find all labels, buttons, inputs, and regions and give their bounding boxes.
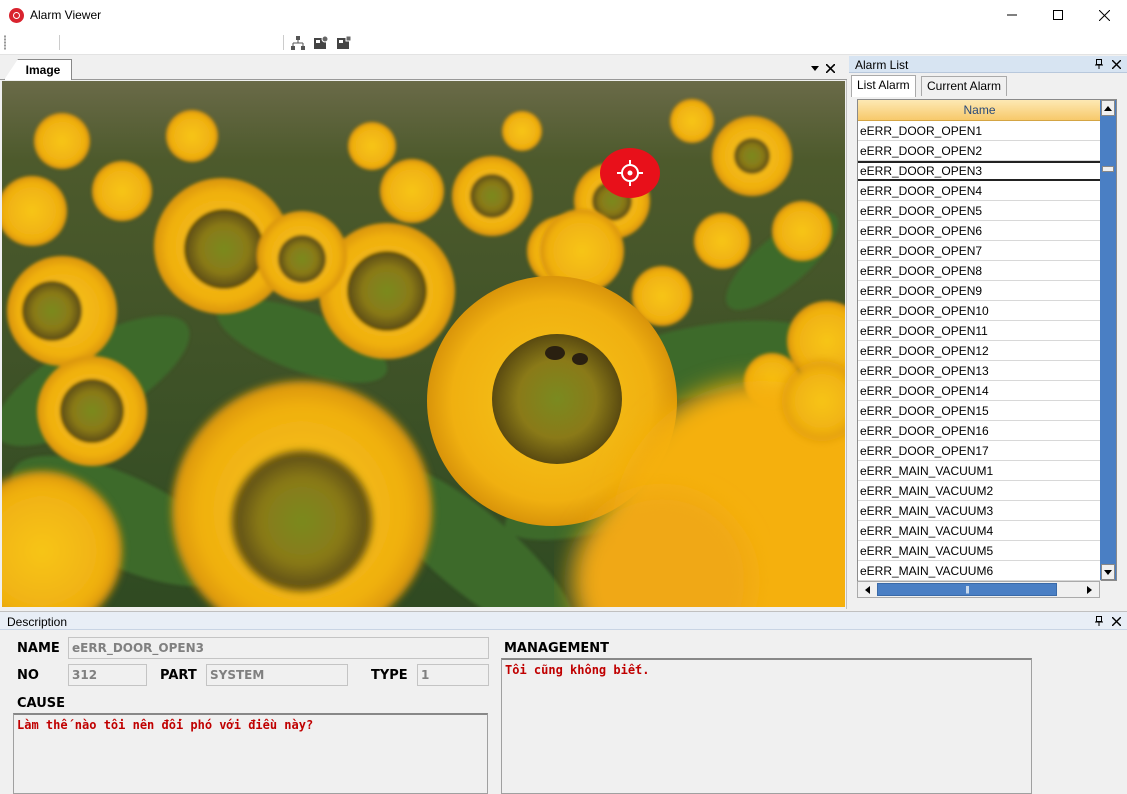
tab-list-alarm[interactable]: List Alarm: [851, 75, 916, 97]
type-field[interactable]: 1: [417, 664, 489, 686]
maximize-button[interactable]: [1035, 0, 1081, 30]
list-item[interactable]: eERR_DOOR_OPEN13: [858, 361, 1101, 381]
pin-icon[interactable]: [1092, 614, 1106, 628]
cause-textbox[interactable]: Làm thế nào tôi nên đối phó với điều này…: [13, 713, 488, 794]
toolbar-grip[interactable]: [4, 35, 6, 50]
description-header: Description: [0, 612, 1127, 630]
alarm-list-grid[interactable]: Name eERR_DOOR_OPEN1 eERR_DOOR_OPEN2 eERR_…: [857, 99, 1117, 581]
horizontal-scroll-thumb[interactable]: |||: [877, 583, 1057, 596]
name-label: NAME: [17, 641, 60, 656]
no-field[interactable]: 312: [68, 664, 147, 686]
dropdown-arrow-icon[interactable]: [808, 61, 822, 75]
camera-config-icon[interactable]: [336, 35, 352, 51]
list-item[interactable]: eERR_DOOR_OPEN11: [858, 321, 1101, 341]
vertical-scrollbar[interactable]: [1100, 100, 1116, 580]
horizontal-scrollbar[interactable]: |||: [857, 581, 1100, 598]
list-item[interactable]: eERR_DOOR_OPEN1: [858, 121, 1101, 141]
crosshair-target-icon[interactable]: [599, 147, 661, 199]
scroll-up-icon[interactable]: [1101, 100, 1115, 116]
list-item[interactable]: eERR_DOOR_OPEN7: [858, 241, 1101, 261]
minimize-button[interactable]: [989, 0, 1035, 30]
list-item[interactable]: eERR_MAIN_VACUUM6: [858, 561, 1101, 581]
close-tab-icon[interactable]: [823, 61, 837, 75]
list-item[interactable]: eERR_MAIN_VACUUM4: [858, 521, 1101, 541]
cause-label: CAUSE: [17, 696, 66, 711]
alarm-list-tabs: List Alarm Current Alarm: [849, 75, 1127, 97]
list-item[interactable]: eERR_DOOR_OPEN4: [858, 181, 1101, 201]
alarm-rows: eERR_DOOR_OPEN1 eERR_DOOR_OPEN2 eERR_DOOR_…: [858, 121, 1101, 581]
management-textbox[interactable]: Tôi cũng không biết.: [501, 658, 1032, 794]
part-field[interactable]: SYSTEM: [206, 664, 348, 686]
list-item[interactable]: eERR_DOOR_OPEN8: [858, 261, 1101, 281]
camera-settings-icon[interactable]: [313, 35, 329, 51]
list-item[interactable]: eERR_DOOR_OPEN14: [858, 381, 1101, 401]
toolbar-separator: [283, 35, 284, 50]
name-field[interactable]: eERR_DOOR_OPEN3: [68, 637, 489, 659]
list-item[interactable]: eERR_DOOR_OPEN10: [858, 301, 1101, 321]
list-item[interactable]: eERR_MAIN_VACUUM3: [858, 501, 1101, 521]
column-header-name[interactable]: Name: [858, 100, 1101, 121]
network-icon[interactable]: [290, 35, 306, 51]
scroll-right-icon[interactable]: [1082, 583, 1097, 596]
list-item[interactable]: eERR_DOOR_OPEN17: [858, 441, 1101, 461]
sunflower-field-image: [2, 81, 845, 607]
no-label: NO: [17, 668, 39, 683]
tab-image[interactable]: Image: [4, 59, 72, 80]
list-item[interactable]: eERR_MAIN_VACUUM2: [858, 481, 1101, 501]
list-item[interactable]: eERR_DOOR_OPEN12: [858, 341, 1101, 361]
list-item[interactable]: eERR_DOOR_OPEN15: [858, 401, 1101, 421]
image-tab-strip: Image: [0, 56, 847, 80]
window-title: Alarm Viewer: [30, 8, 102, 22]
close-button[interactable]: [1081, 0, 1127, 30]
alarm-list-title: Alarm List: [855, 58, 909, 72]
scroll-down-icon[interactable]: [1101, 564, 1115, 580]
list-item-selected[interactable]: eERR_DOOR_OPEN3: [858, 161, 1101, 181]
toolbar-separator: [59, 35, 60, 50]
alarm-list-panel: Alarm List List Alarm Current Alarm Name…: [849, 56, 1127, 609]
list-item[interactable]: eERR_DOOR_OPEN5: [858, 201, 1101, 221]
description-title: Description: [7, 615, 68, 629]
image-panel: Image: [0, 56, 847, 609]
close-panel-icon[interactable]: [1109, 614, 1123, 628]
camera-image-view[interactable]: [2, 81, 845, 607]
alarm-list-header: Alarm List: [849, 56, 1127, 73]
list-item[interactable]: eERR_DOOR_OPEN16: [858, 421, 1101, 441]
toolbar: [0, 30, 1127, 55]
list-item[interactable]: eERR_DOOR_OPEN9: [858, 281, 1101, 301]
list-item[interactable]: eERR_DOOR_OPEN6: [858, 221, 1101, 241]
pin-icon[interactable]: [1092, 57, 1106, 71]
scroll-thumb[interactable]: [1102, 166, 1114, 172]
part-label: PART: [160, 668, 197, 683]
list-item[interactable]: eERR_DOOR_OPEN2: [858, 141, 1101, 161]
tab-current-alarm[interactable]: Current Alarm: [921, 76, 1008, 96]
alarm-app-icon: [9, 8, 24, 23]
type-label: TYPE: [371, 668, 408, 683]
scroll-left-icon[interactable]: [860, 583, 875, 596]
list-item[interactable]: eERR_MAIN_VACUUM5: [858, 541, 1101, 561]
list-item[interactable]: eERR_MAIN_VACUUM1: [858, 461, 1101, 481]
description-panel: Description NAME eERR_DOOR_OPEN3 NO 312 …: [0, 611, 1127, 794]
management-label: MANAGEMENT: [504, 641, 610, 656]
title-bar: Alarm Viewer: [0, 0, 1127, 30]
close-panel-icon[interactable]: [1109, 57, 1123, 71]
